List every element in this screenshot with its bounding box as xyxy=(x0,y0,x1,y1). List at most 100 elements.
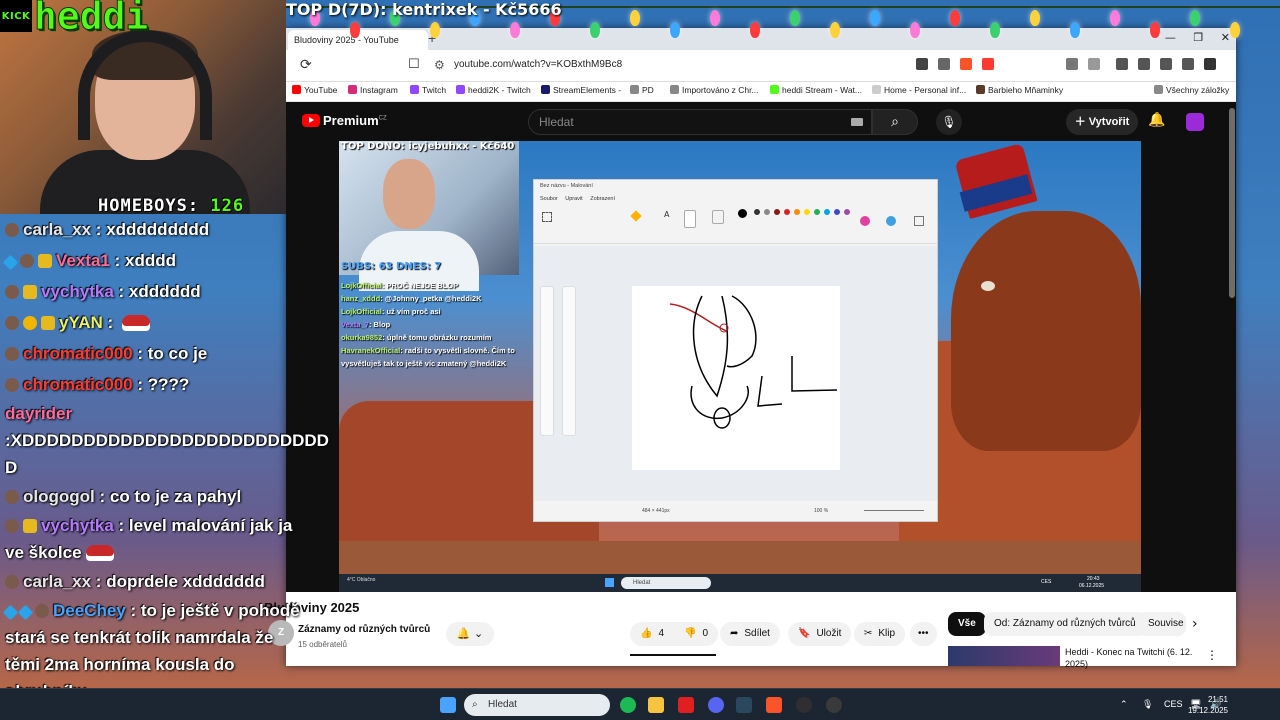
chat-username[interactable]: DeeChey xyxy=(53,601,126,620)
spotify-icon[interactable] xyxy=(620,697,636,713)
account-avatar[interactable] xyxy=(1186,113,1204,131)
paint-canvas[interactable] xyxy=(632,286,840,470)
color-swatch xyxy=(774,209,780,215)
bookmark-item[interactable]: heddi2K - Twitch xyxy=(456,85,531,95)
create-button[interactable]: ＋ Vytvořit xyxy=(1066,109,1138,135)
file-explorer-icon[interactable] xyxy=(648,697,664,713)
chevron-up-icon[interactable]: ⌃ xyxy=(1120,699,1128,710)
brush-size-slider[interactable] xyxy=(540,286,554,436)
copilot-icon xyxy=(886,216,896,226)
youtube-premium-logo[interactable]: PremiumCZ xyxy=(302,113,387,128)
youtube-search-input[interactable]: Hledat xyxy=(528,109,872,135)
inner-chat-line: LojkOfficial: PROČ NEJDE BLOP xyxy=(341,281,459,290)
chip-from-channel[interactable]: Od: Záznamy od různých tvůrců xyxy=(984,612,1146,636)
chat-message: chromatic000 : ???? xyxy=(0,369,305,400)
new-tab-button[interactable]: + xyxy=(428,30,436,46)
chip-related[interactable]: Souvise xyxy=(1138,612,1186,636)
discord-icon[interactable] xyxy=(708,697,724,713)
menu-icon[interactable] xyxy=(1204,58,1216,70)
chat-username[interactable]: Vexta1 xyxy=(56,251,110,270)
channel-name[interactable]: Záznamy od různých tvůrců xyxy=(298,624,430,635)
search-button[interactable]: ⌕ xyxy=(872,109,918,135)
share-button[interactable]: ➦ Sdílet xyxy=(720,622,780,646)
page-scrollbar[interactable] xyxy=(1229,108,1235,298)
screen-icon[interactable] xyxy=(916,58,928,70)
bookmark-item[interactable]: YouTube xyxy=(292,85,337,95)
tab-youtube[interactable]: Bludoviny 2025 - YouTube xyxy=(288,30,428,50)
chat-text: xdddddd xyxy=(128,282,201,301)
window-controls[interactable]: — ❐ ✕ xyxy=(1165,31,1230,44)
inner-start-icon xyxy=(605,578,614,587)
chevron-right-icon[interactable]: › xyxy=(1192,616,1198,632)
color-swatch xyxy=(804,209,810,215)
clip-button[interactable]: ✂ Klip xyxy=(854,622,906,646)
save-button[interactable]: 🔖 Uložit xyxy=(788,622,852,646)
brave-icon[interactable] xyxy=(766,697,782,713)
bookmark-item[interactable]: heddi Stream - Wat... xyxy=(770,85,862,95)
site-settings-icon[interactable]: ⚙ xyxy=(434,58,445,72)
related-video-thumbnail[interactable] xyxy=(948,646,1060,666)
color-swatch xyxy=(784,209,790,215)
brave-shield-icon[interactable] xyxy=(960,58,972,70)
all-bookmarks[interactable]: Všechny záložky xyxy=(1154,85,1229,95)
reload-icon[interactable]: ⟳ xyxy=(300,57,312,73)
subscribed-button[interactable]: 🔔 ⌄ xyxy=(446,622,494,646)
taskbar-search-input[interactable]: ⌕ Hledat xyxy=(464,694,610,716)
sync-icon[interactable] xyxy=(1088,58,1100,70)
color-swatch xyxy=(834,209,840,215)
thumbs-down-icon: 👎 xyxy=(684,628,697,639)
extensions-icon[interactable] xyxy=(1066,58,1078,70)
bookmark-item[interactable]: StreamElements - xyxy=(541,85,621,95)
bookmark-item[interactable]: Importováno z Chr... xyxy=(670,85,759,95)
bookmark-star-icon[interactable]: ☐ xyxy=(408,57,420,72)
steam-icon[interactable] xyxy=(736,697,752,713)
chat-username[interactable]: carla_xx xyxy=(23,220,91,239)
opacity-slider[interactable] xyxy=(562,286,576,436)
chat-username[interactable]: vychytka xyxy=(41,516,114,535)
chat-username[interactable]: carla_xx xyxy=(23,572,91,591)
chip-all[interactable]: Vše xyxy=(948,612,986,636)
keyboard-icon[interactable] xyxy=(851,118,863,126)
leo-ai-icon[interactable] xyxy=(1160,58,1172,70)
notifications-bell-icon[interactable]: 🔔 xyxy=(1148,112,1165,128)
obs-icon[interactable] xyxy=(796,697,812,713)
chat-username[interactable]: yYAN xyxy=(59,313,103,332)
dislike-button[interactable]: 👎 0 xyxy=(674,622,719,646)
chat-username[interactable]: chromatic000 xyxy=(23,344,133,363)
chat-username[interactable]: vychytka xyxy=(41,282,114,301)
like-button[interactable]: 👍 4 xyxy=(630,622,675,646)
bookmark-item[interactable]: Home - Personal inf... xyxy=(872,85,966,95)
twitch-icon xyxy=(410,85,419,94)
music-icon[interactable] xyxy=(1116,58,1128,70)
microphone-icon[interactable]: 🎙 xyxy=(1142,699,1153,710)
inner-top-dono: TOP DONO: icyjebuhxx - Kč640 xyxy=(341,141,515,152)
kick-app-icon[interactable] xyxy=(678,697,694,713)
start-icon[interactable] xyxy=(440,697,456,713)
bookmark-item[interactable]: Barbieho Mňaminky xyxy=(976,85,1063,95)
share-page-icon[interactable] xyxy=(938,58,950,70)
obs-record-icon[interactable] xyxy=(826,697,842,713)
taskbar-clock[interactable]: 21:51 19.12.2025 xyxy=(1188,694,1228,716)
chat-text: ???? xyxy=(147,375,190,394)
youtube-icon xyxy=(292,85,301,94)
video-player[interactable]: TOP DONO: icyjebuhxx - Kč640 SUBS: 63 DN… xyxy=(339,141,1141,592)
inner-subs-counter: SUBS: 63 DNES: 7 xyxy=(341,261,442,272)
bookmark-item[interactable]: PD xyxy=(630,85,654,95)
vpn-icon[interactable] xyxy=(1182,58,1194,70)
voice-search-button[interactable]: 🎙 xyxy=(936,109,962,135)
chat-username[interactable]: dayrider xyxy=(5,404,72,423)
more-vert-icon[interactable]: ⋮ xyxy=(1206,648,1218,662)
brave-rewards-icon[interactable] xyxy=(982,58,994,70)
chat-separator: : xyxy=(132,375,148,394)
sidebar-icon[interactable] xyxy=(1138,58,1150,70)
chat-username[interactable]: ologogol xyxy=(23,487,95,506)
more-actions-button[interactable]: ••• xyxy=(910,622,937,646)
chat-message: yYAN : xyxy=(0,307,305,338)
chat-username[interactable]: chromatic000 xyxy=(23,375,133,394)
crown-badge-icon xyxy=(23,285,37,299)
address-bar[interactable]: youtube.com/watch?v=KOBxthM9Bc8 xyxy=(454,59,622,70)
bookmark-item[interactable]: Instagram xyxy=(348,85,398,95)
language-indicator[interactable]: CES xyxy=(1164,699,1183,709)
related-video-title[interactable]: Heddi - Konec na Twitchi (6. 12. 2025) xyxy=(1065,646,1205,670)
bookmark-item[interactable]: Twitch xyxy=(410,85,446,95)
